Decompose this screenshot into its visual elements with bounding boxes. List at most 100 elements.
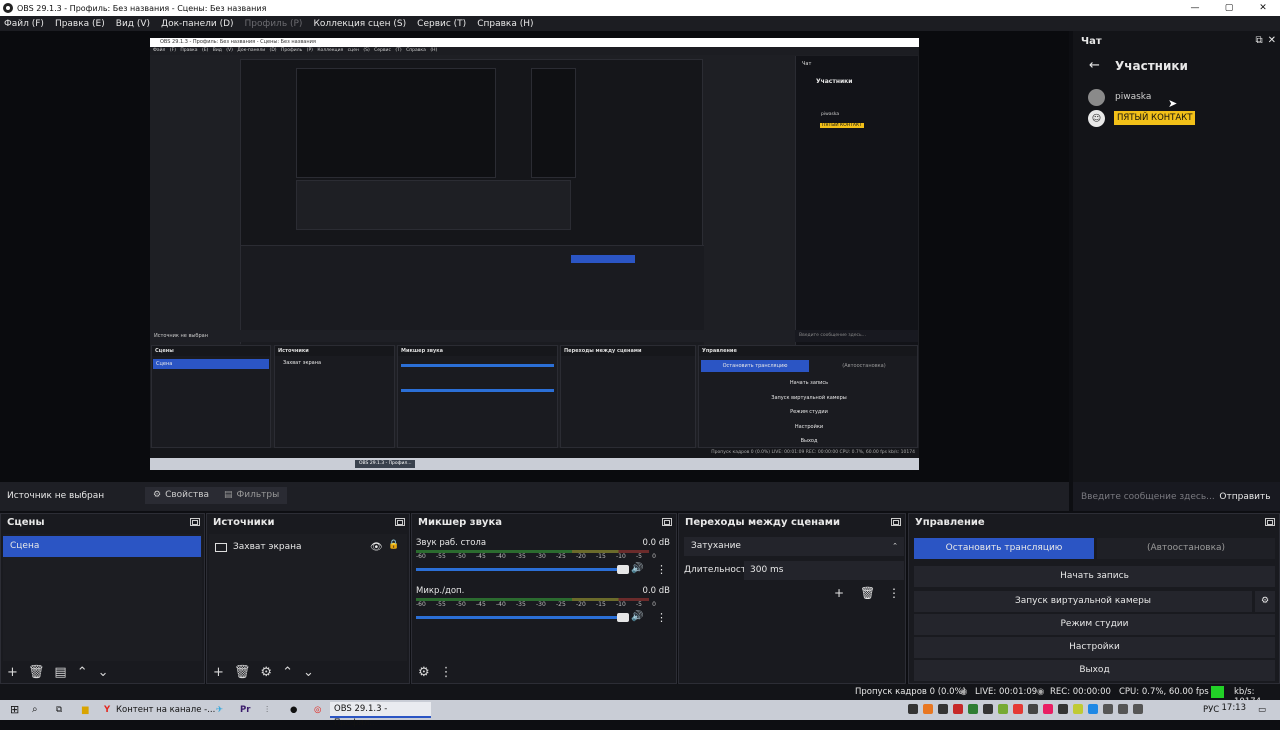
exit-button[interactable]: Выход [914,660,1275,681]
tray-icon[interactable] [1073,704,1083,714]
float-dock-icon[interactable] [1265,518,1275,526]
scene-item[interactable]: Сцена [3,536,201,557]
tray-icon[interactable] [1058,704,1068,714]
tray-icon[interactable] [923,704,933,714]
windows-start-icon[interactable]: ⊞ [6,702,19,718]
settings-button[interactable]: Настройки [914,637,1275,658]
tray-icon[interactable] [938,704,948,714]
float-dock-icon[interactable] [891,518,901,526]
window-title: OBS 29.1.3 - Профиль: Без названия - Сце… [17,3,267,13]
float-dock-icon[interactable] [662,518,672,526]
chevron-up-icon[interactable]: ⌃ [77,665,88,680]
taskbar-yandex-window[interactable]: Контент на канале -... [112,702,215,718]
participant-name[interactable]: piwaska [1115,92,1151,102]
volume-slider[interactable] [416,568,628,571]
menu-file[interactable]: Файл (F) [4,19,44,29]
trash-icon[interactable]: 🗑 [28,665,45,680]
menu-help[interactable]: Справка (H) [477,19,533,29]
more-options-icon[interactable]: ⋮ [656,611,667,624]
volume-slider-handle[interactable] [617,613,629,622]
float-dock-icon[interactable] [190,518,200,526]
meter-tick-label: 0 [652,553,656,560]
stop-stream-button[interactable]: Остановить трансляцию [914,538,1094,559]
filters-button[interactable]: ▤ Фильтры [216,487,288,504]
add-icon[interactable]: + [834,586,844,600]
language-indicator[interactable]: РУС [1199,702,1219,718]
menu-view[interactable]: Вид (V) [116,19,150,29]
start-virtual-camera-button[interactable]: Запуск виртуальной камеры [914,591,1252,612]
chevron-down-icon[interactable]: ⌄ [98,665,109,680]
auto-stop-button[interactable]: (Автоостановка) [1097,538,1275,559]
tray-icon[interactable] [953,704,963,714]
duration-spinbox[interactable]: 300 ms [744,561,904,580]
participant-badge[interactable]: ПЯТЫЙ КОНТАКТ [1114,111,1196,125]
avatar[interactable]: ☺ [1088,110,1105,127]
virtual-camera-settings-button[interactable]: ⚙ [1255,591,1275,612]
minimize-button[interactable]: — [1178,0,1212,16]
advanced-audio-icon[interactable]: ⚙ [418,665,430,680]
back-arrow-icon[interactable]: ← [1089,58,1100,73]
record-app-icon[interactable]: ● [286,702,297,718]
volume-slider-handle[interactable] [617,565,629,574]
folder-icon[interactable]: ▆ [78,702,89,718]
add-icon[interactable]: + [213,665,224,680]
trash-icon[interactable]: 🗑 [234,665,251,680]
more-options-icon[interactable]: ⋮ [656,563,667,576]
menu-tools[interactable]: Сервис (T) [417,19,466,29]
mixer-app-icon[interactable]: ⫶ [262,702,268,718]
premiere-icon[interactable]: Pr [236,702,250,718]
menu-edit[interactable]: Правка (E) [55,19,105,29]
menu-docks[interactable]: Док-панели (D) [161,19,233,29]
speaker-icon[interactable]: 🔊 [631,611,643,622]
trash-icon[interactable]: 🗑 [860,586,875,600]
float-dock-icon[interactable]: ⧉ [1255,35,1262,46]
taskbar-obs-window[interactable]: OBS 29.1.3 - Профил... [330,702,431,728]
volume-icon[interactable] [1133,704,1143,714]
studio-mode-button[interactable]: Режим студии [914,614,1275,635]
avatar[interactable] [1088,89,1105,106]
task-view-icon[interactable]: ⧉ [52,702,62,718]
tray-icon[interactable] [983,704,993,714]
transition-select[interactable]: Затухание ⌃ [684,537,904,556]
network-icon[interactable] [1118,704,1128,714]
properties-button[interactable]: ⚙ Свойства [145,487,218,504]
tray-icon[interactable] [968,704,978,714]
chevron-up-icon[interactable]: ⌃ [282,665,293,680]
search-icon[interactable]: ⌕ [28,702,38,718]
more-options-icon[interactable]: ⋮ [888,586,900,600]
menu-profile[interactable]: Профиль (P) [245,19,303,29]
chevron-down-icon[interactable]: ⌄ [303,665,314,680]
add-icon[interactable]: + [7,665,18,680]
gear-icon[interactable]: ⚙ [260,665,272,680]
lock-icon[interactable]: 🔒 [388,540,399,550]
maximize-button[interactable]: ▢ [1212,0,1246,16]
close-dock-icon[interactable]: ✕ [1268,35,1276,46]
filter-icon[interactable]: ▤ [54,665,66,680]
chat-input[interactable]: Введите сообщение здесь... [1081,492,1215,502]
tray-icon[interactable] [908,704,918,714]
tray-icon[interactable] [1103,704,1113,714]
close-button[interactable]: ✕ [1246,0,1280,16]
meter-tick-label: -60 [416,553,426,560]
opera-icon[interactable]: ◎ [310,702,321,718]
status-bar: Пропуск кадров 0 (0.0%) ◉ LIVE: 00:01:09… [0,684,1280,707]
tray-icon[interactable] [1028,704,1038,714]
tray-icon[interactable] [1013,704,1023,714]
tray-icon[interactable] [1043,704,1053,714]
tray-icon[interactable] [998,704,1008,714]
speaker-icon[interactable]: 🔊 [631,563,643,574]
source-item[interactable]: Захват экрана [215,542,302,552]
bluetooth-icon[interactable] [1088,704,1098,714]
notifications-icon[interactable]: ▭ [1254,702,1266,718]
eye-icon[interactable]: 👁 [370,542,383,553]
send-button[interactable]: Отправить [1217,490,1273,504]
clock[interactable]: 17:13 [1222,703,1247,713]
telegram-icon[interactable]: ✈ [212,702,223,718]
meter-tick-label: 0 [652,601,656,608]
float-dock-icon[interactable] [395,518,405,526]
yandex-browser-icon[interactable]: Y [100,702,110,718]
more-options-icon[interactable]: ⋮ [440,665,453,680]
menu-scene-collection[interactable]: Коллекция сцен (S) [313,19,406,29]
start-recording-button[interactable]: Начать запись [914,566,1275,587]
volume-slider[interactable] [416,616,628,619]
